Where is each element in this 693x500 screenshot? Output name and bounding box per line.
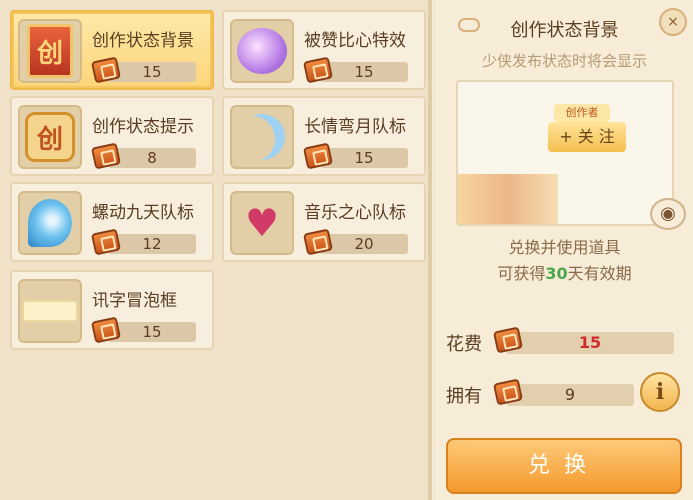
- item-thumb: [18, 191, 82, 255]
- chuang-card-icon: 创: [27, 24, 73, 78]
- own-value: 9: [564, 385, 576, 404]
- item-card-music-heart-team-badge[interactable]: ♥ 音乐之心队标 20: [222, 182, 426, 262]
- item-thumb: ♥: [230, 191, 294, 255]
- item-name: 长情弯月队标: [304, 117, 406, 137]
- exchange-button[interactable]: 兑换: [446, 438, 682, 494]
- item-name: 创作状态提示: [92, 117, 194, 137]
- item-card-swirl-team-badge[interactable]: 螺动九天队标 12: [10, 182, 214, 262]
- item-thumb: [230, 105, 294, 169]
- currency-book-icon: [90, 316, 122, 344]
- currency-book-icon: [90, 142, 122, 170]
- item-grid: 创 创作状态背景 15 被赞比心特效 15 创 创作状态提示 8 长情弯月队标 …: [0, 0, 432, 500]
- crescent-moon-icon: [239, 114, 285, 160]
- currency-book-icon: [90, 228, 122, 256]
- status-preview: 创作者 + 关 注: [456, 80, 674, 226]
- chuang-badge-icon: 创: [25, 112, 75, 162]
- cost-label: 花费: [446, 334, 482, 355]
- currency-book-icon: [302, 142, 334, 170]
- info-days: 30: [545, 264, 568, 283]
- heart-gem-icon: [237, 28, 287, 74]
- item-card-like-heart-effect[interactable]: 被赞比心特效 15: [222, 10, 426, 90]
- item-card-crescent-team-badge[interactable]: 长情弯月队标 15: [222, 96, 426, 176]
- blue-swirl-icon: [28, 199, 72, 247]
- own-label: 拥有: [446, 386, 482, 407]
- currency-book-icon: [90, 56, 122, 84]
- info-prefix: 可获得: [497, 264, 546, 283]
- item-name: 螺动九天队标: [92, 203, 194, 223]
- speech-bubble-icon: [22, 300, 78, 322]
- currency-book-icon: [492, 378, 524, 406]
- item-name: 被赞比心特效: [304, 31, 406, 51]
- panel-title: 创作状态背景: [510, 20, 619, 41]
- music-heart-icon: ♥: [244, 201, 280, 245]
- info-exchange-use: 兑换并使用道具: [508, 238, 621, 257]
- own-bar: 9: [506, 384, 634, 406]
- info-validity: 可获得30天有效期: [436, 260, 693, 284]
- detail-panel: 创作状态背景 × 少侠发布状态时将会显示 创作者 + 关 注 ◉ 兑换并使用道具…: [436, 0, 693, 500]
- panel-subtitle: 少侠发布状态时将会显示: [481, 52, 647, 70]
- item-thumb: [18, 279, 82, 343]
- close-button[interactable]: ×: [659, 8, 687, 36]
- item-name: 讯字冒泡框: [92, 291, 177, 311]
- currency-book-icon: [492, 326, 524, 354]
- item-thumb: [230, 19, 294, 83]
- cost-value: 15: [578, 333, 602, 352]
- item-name: 音乐之心队标: [304, 203, 406, 223]
- item-thumb: 创: [18, 19, 82, 83]
- info-button[interactable]: i: [640, 372, 680, 412]
- item-name: 创作状态背景: [92, 31, 194, 51]
- item-card-creation-background[interactable]: 创 创作状态背景 15: [10, 10, 214, 90]
- item-card-creation-hint[interactable]: 创 创作状态提示 8: [10, 96, 214, 176]
- creator-tag: 创作者: [554, 104, 610, 122]
- eye-icon[interactable]: ◉: [650, 198, 686, 230]
- cost-bar: 15: [506, 332, 674, 354]
- item-thumb: 创: [18, 105, 82, 169]
- preview-scene-image: [458, 174, 558, 224]
- info-suffix: 天有效期: [567, 264, 632, 283]
- item-card-speech-bubble-frame[interactable]: 讯字冒泡框 15: [10, 270, 214, 350]
- follow-button: + 关 注: [548, 122, 626, 152]
- currency-book-icon: [302, 228, 334, 256]
- currency-book-icon: [302, 56, 334, 84]
